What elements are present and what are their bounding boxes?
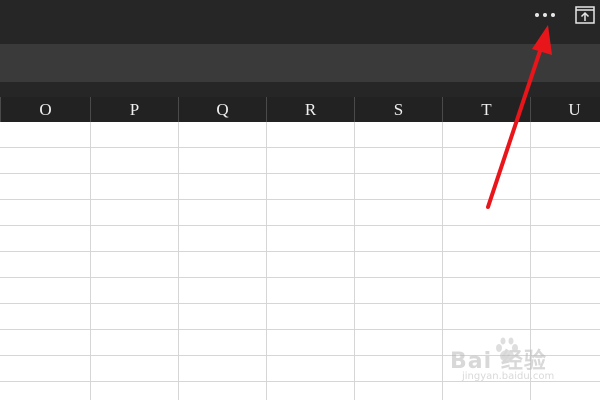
toolbar-separator [0, 82, 600, 97]
column-gridline [90, 122, 91, 400]
cell-grid[interactable] [0, 122, 600, 400]
column-header-o[interactable]: O [0, 97, 90, 122]
column-gridline [266, 122, 267, 400]
column-gridline [442, 122, 443, 400]
column-header-p[interactable]: P [90, 97, 178, 122]
column-header-bar: O P Q R S T U [0, 97, 600, 122]
column-gridline [354, 122, 355, 400]
toolbar [0, 44, 600, 82]
top-bar [0, 0, 600, 44]
more-options-button[interactable] [530, 4, 560, 26]
column-header-r[interactable]: R [266, 97, 354, 122]
column-header-t[interactable]: T [442, 97, 530, 122]
export-upload-icon [575, 6, 595, 24]
column-gridline [178, 122, 179, 400]
more-dot-icon [535, 13, 539, 17]
more-dot-icon [551, 13, 555, 17]
column-gridline [530, 122, 531, 400]
column-header-u[interactable]: U [530, 97, 600, 122]
column-header-s[interactable]: S [354, 97, 442, 122]
column-header-q[interactable]: Q [178, 97, 266, 122]
export-button[interactable] [573, 3, 597, 27]
more-dot-icon [543, 13, 547, 17]
